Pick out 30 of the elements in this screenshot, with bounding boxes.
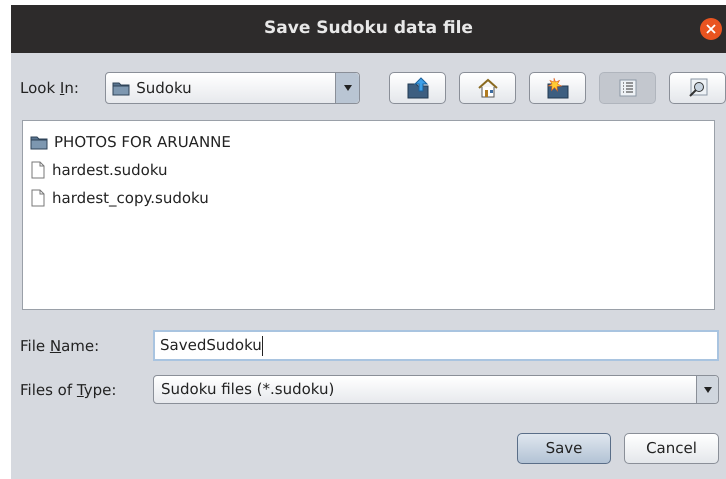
toolbar-button[interactable] bbox=[459, 72, 516, 104]
list-view-icon bbox=[618, 79, 636, 97]
toolbar-button[interactable] bbox=[389, 72, 446, 104]
file-list-item[interactable]: hardest_copy.sudoku bbox=[30, 186, 714, 210]
file-type-label: Files of Type: bbox=[20, 380, 116, 398]
file-name-field[interactable]: SavedSudoku bbox=[153, 330, 719, 361]
file-icon bbox=[30, 161, 46, 179]
look-in-dropdown[interactable]: Sudoku bbox=[105, 72, 360, 104]
look-in-label: Look In: bbox=[20, 79, 79, 97]
file-list-item[interactable]: hardest.sudoku bbox=[30, 158, 714, 182]
folder-icon bbox=[30, 134, 48, 150]
new-folder-icon bbox=[546, 77, 570, 99]
toolbar-button[interactable] bbox=[669, 72, 726, 104]
close-button[interactable] bbox=[700, 18, 722, 40]
look-in-value: Sudoku bbox=[136, 78, 192, 99]
folder-icon bbox=[112, 80, 130, 96]
dropdown-arrow-icon bbox=[702, 386, 712, 394]
cancel-button[interactable]: Cancel bbox=[624, 433, 719, 464]
file-name-label: File Name: bbox=[20, 336, 100, 354]
window-title: Save Sudoku data file bbox=[264, 17, 473, 40]
file-list-item[interactable]: PHOTOS FOR ARUANNE bbox=[30, 130, 714, 154]
folder-up-icon bbox=[406, 77, 430, 99]
magnifier-icon bbox=[688, 78, 708, 98]
save-button[interactable]: Save bbox=[517, 433, 611, 464]
dropdown-arrow-icon bbox=[342, 84, 352, 92]
home-icon bbox=[476, 78, 498, 98]
close-icon bbox=[706, 24, 716, 34]
toolbar-button[interactable] bbox=[529, 72, 586, 104]
file-type-dropdown[interactable]: Sudoku files (*.sudoku) bbox=[153, 375, 719, 404]
file-icon bbox=[30, 189, 46, 207]
